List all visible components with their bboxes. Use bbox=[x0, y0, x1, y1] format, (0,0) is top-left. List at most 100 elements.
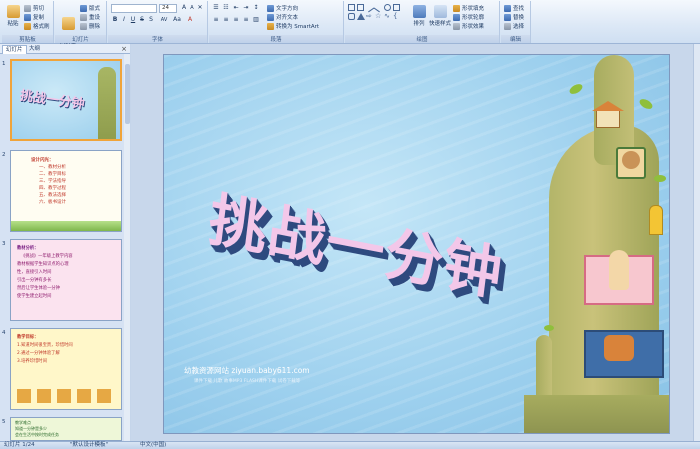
fill-icon bbox=[453, 4, 460, 12]
replace-button[interactable]: 替换 bbox=[504, 13, 524, 21]
ground-image bbox=[524, 395, 669, 433]
effects-icon bbox=[453, 22, 460, 30]
copy-button[interactable]: 复制 bbox=[24, 13, 44, 21]
thumb-number: 2 bbox=[2, 152, 6, 158]
align-text-icon bbox=[267, 13, 274, 21]
slide-count-status: 幻灯片 1/24 bbox=[4, 442, 35, 448]
thumb-desks-image bbox=[17, 389, 117, 403]
slide-thumbnail-3[interactable]: 教材分析： 《挑战》一年级上教学内容 教材根据学生知识点的心理 性，直接引入时间… bbox=[10, 239, 122, 321]
font-group: 24 A A ✕ B I U S S AV Aa A 字体 bbox=[108, 1, 208, 43]
thumb-text-block: 教材分析： 《挑战》一年级上教学内容 教材根据学生知识点的心理 性，直接引入时间… bbox=[17, 246, 73, 299]
shape-fill-button[interactable]: 形状填充 bbox=[453, 4, 484, 12]
main-slide[interactable]: 挑战一分钟 幼教资源网站 ziyuan.baby611.com 课件下载 儿歌 … bbox=[163, 54, 670, 434]
shrink-font-button[interactable]: A bbox=[188, 4, 196, 12]
thumb-title: 挑战一分钟 bbox=[18, 88, 86, 113]
numbering-button[interactable]: ☷ bbox=[222, 4, 230, 12]
font-name-input[interactable] bbox=[111, 4, 157, 13]
tab-outline[interactable]: 大纲 bbox=[26, 45, 43, 54]
thumb-grass-image bbox=[11, 221, 121, 231]
delete-slide-button[interactable]: 删除 bbox=[80, 22, 100, 30]
strike-button[interactable]: S bbox=[138, 16, 146, 24]
slide-thumbnail-5[interactable]: 教学难点 知道一分钟是多少 会在生活中按时完成任务 bbox=[10, 417, 122, 441]
brush-icon bbox=[24, 22, 31, 30]
italic-button[interactable]: I bbox=[120, 16, 128, 24]
align-right-button[interactable]: ≡ bbox=[232, 16, 240, 24]
arrow-shape-icon[interactable]: ⇨ bbox=[366, 13, 373, 20]
paste-button[interactable]: 粘贴 bbox=[5, 5, 21, 27]
tab-slides[interactable]: 幻灯片 bbox=[2, 45, 27, 54]
quick-styles-button[interactable]: 快速样式 bbox=[429, 5, 451, 27]
underline-button[interactable]: U bbox=[129, 16, 137, 24]
slide-thumbnail-2[interactable]: 设计闪光： 一、教材分析 二、教学目标 三、学法指导 四、教学过程 五、教法选择… bbox=[10, 150, 122, 232]
cut-button[interactable]: 剪切 bbox=[24, 4, 44, 12]
shadow-button[interactable]: S bbox=[147, 16, 155, 24]
thumb-text-block: 教学目标： 1.知道时间很宝贵，珍惜时间 2.通过一分钟体验了解 3.培养珍惜时… bbox=[17, 335, 73, 364]
language-status: 中文(中国) bbox=[140, 442, 167, 448]
leaf-image bbox=[544, 325, 554, 331]
grow-font-button[interactable]: A bbox=[180, 4, 188, 12]
slide-thumbnail-1[interactable]: 挑战一分钟 bbox=[10, 59, 122, 141]
new-slide-icon bbox=[61, 17, 75, 30]
arrange-button[interactable]: 排列 bbox=[411, 5, 427, 27]
find-button[interactable]: 查找 bbox=[504, 4, 524, 12]
copy-icon bbox=[24, 13, 31, 21]
decrease-indent-button[interactable]: ⇤ bbox=[232, 4, 240, 12]
align-text-button[interactable]: 对齐文本 bbox=[267, 13, 298, 21]
binoculars-icon bbox=[504, 4, 511, 12]
paste-icon bbox=[6, 5, 20, 18]
justify-button[interactable]: ≡ bbox=[242, 16, 250, 24]
close-icon[interactable]: × bbox=[121, 45, 127, 53]
columns-button[interactable]: ▥ bbox=[252, 16, 260, 24]
rabbit-icon bbox=[609, 250, 629, 290]
website-subtext: 课件下载 儿歌 故事MP3 FLASH课件下载 试卷下载等 bbox=[194, 379, 301, 384]
font-size-input[interactable]: 24 bbox=[159, 4, 177, 13]
align-center-button[interactable]: ≡ bbox=[222, 16, 230, 24]
shape-outline-button[interactable]: 形状轮廓 bbox=[453, 13, 484, 21]
increase-indent-button[interactable]: ⇥ bbox=[242, 4, 250, 12]
thumb-number: 3 bbox=[2, 241, 6, 247]
shape-effects-button[interactable]: 形状效果 bbox=[453, 22, 484, 30]
rect-shape-icon[interactable] bbox=[348, 4, 355, 11]
rect-shape-icon[interactable] bbox=[357, 4, 364, 11]
text-direction-button[interactable]: 文字方向 bbox=[267, 4, 298, 12]
bold-button[interactable]: B bbox=[111, 16, 119, 24]
curve-shape-icon[interactable]: ∿ bbox=[384, 13, 391, 20]
thumb-number: 4 bbox=[2, 330, 6, 336]
door-image bbox=[649, 205, 663, 235]
clear-format-button[interactable]: ✕ bbox=[196, 4, 204, 12]
line-shape-icon[interactable] bbox=[373, 2, 384, 13]
rounded-rect-shape-icon[interactable] bbox=[348, 13, 355, 20]
drawing-label: 绘图 bbox=[345, 35, 499, 43]
format-painter-button[interactable]: 格式刷 bbox=[24, 22, 50, 30]
select-button[interactable]: 选择 bbox=[504, 22, 524, 30]
rect-shape-icon[interactable] bbox=[393, 4, 400, 11]
arrange-icon bbox=[412, 5, 426, 18]
main-scrollbar[interactable] bbox=[693, 44, 700, 441]
text-direction-icon bbox=[267, 4, 274, 12]
font-color-button[interactable]: A bbox=[186, 16, 194, 24]
convert-smartart-button[interactable]: 转换为 SmartArt bbox=[267, 22, 319, 30]
scissors-icon bbox=[24, 4, 31, 12]
star-shape-icon[interactable]: ☆ bbox=[375, 13, 382, 20]
align-left-button[interactable]: ≡ bbox=[212, 16, 220, 24]
oval-shape-icon[interactable] bbox=[384, 4, 391, 11]
panel-tabs: 幻灯片 大纲 × bbox=[0, 44, 130, 54]
smartart-icon bbox=[267, 22, 274, 30]
shapes-gallery[interactable]: ⇨ ☆ ∿ { bbox=[348, 2, 408, 30]
clipboard-group: 粘贴 剪切 复制 格式刷 剪贴板 bbox=[2, 1, 54, 43]
brace-shape-icon[interactable]: { bbox=[393, 13, 400, 20]
bullets-button[interactable]: ☰ bbox=[212, 4, 220, 12]
paragraph-group: ☰ ☷ ⇤ ⇥ ↕ ≡ ≡ ≡ ≡ ▥ 文字方向 对齐文本 转换为 SmartA… bbox=[209, 1, 344, 43]
spacing-button[interactable]: AV bbox=[158, 16, 170, 24]
font-label: 字体 bbox=[108, 35, 207, 43]
reset-button[interactable]: 重设 bbox=[80, 13, 100, 21]
triangle-shape-icon[interactable] bbox=[357, 13, 365, 20]
layout-button[interactable]: 版式 bbox=[80, 4, 100, 12]
panel-scroll-thumb[interactable] bbox=[125, 64, 130, 124]
leaf-image bbox=[654, 175, 666, 182]
line-spacing-button[interactable]: ↕ bbox=[252, 4, 260, 12]
slide-thumbnail-4[interactable]: 教学目标： 1.知道时间很宝贵，珍惜时间 2.通过一分钟体验了解 3.培养珍惜时… bbox=[10, 328, 122, 410]
change-case-button[interactable]: Aa bbox=[172, 16, 182, 24]
theme-status: "默认设计模板" bbox=[70, 442, 109, 448]
bear-icon bbox=[622, 151, 640, 169]
